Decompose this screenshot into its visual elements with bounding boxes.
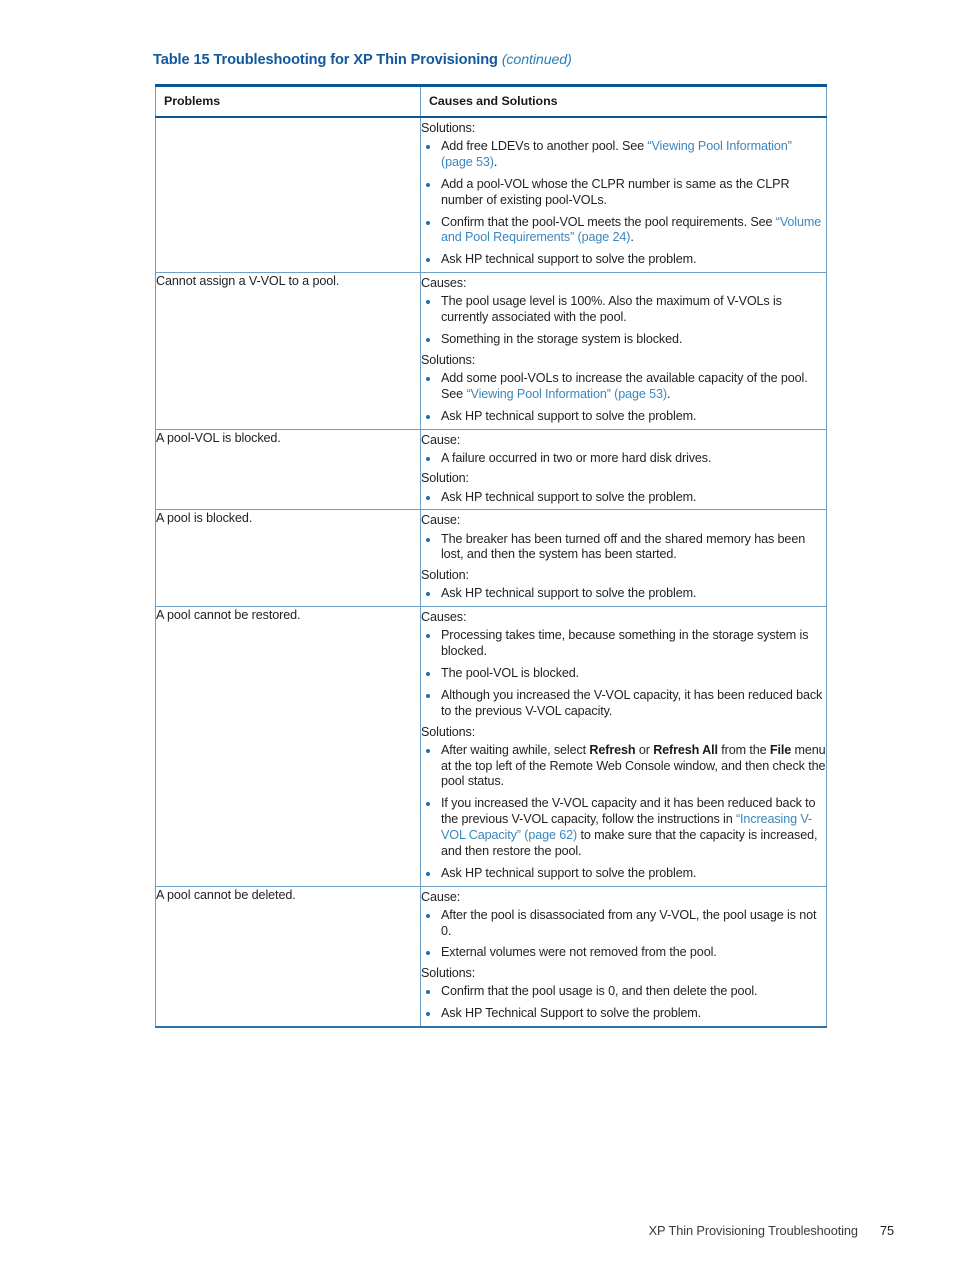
document-page: Table 15 Troubleshooting for XP Thin Pro… bbox=[0, 0, 954, 1271]
list-item: Ask HP technical support to solve the pr… bbox=[421, 866, 826, 882]
causes-solutions-cell: Causes: The pool usage level is 100%. Al… bbox=[420, 272, 827, 430]
table-row: Solutions: Add free LDEVs to another poo… bbox=[155, 116, 827, 274]
block-lead: Solution: bbox=[421, 568, 469, 583]
list-item: Processing takes time, because something… bbox=[421, 628, 826, 660]
list-item: Add a pool-VOL whose the CLPR number is … bbox=[421, 177, 826, 209]
causes-solutions-cell: Cause: After the pool is disassociated f… bbox=[420, 885, 827, 1029]
list-item: Ask HP technical support to solve the pr… bbox=[421, 586, 826, 602]
menu-term-refresh: Refresh bbox=[589, 742, 636, 757]
bullet-list: Add free LDEVs to another pool. See “Vie… bbox=[421, 139, 826, 268]
cross-reference-link[interactable]: “Viewing Pool Information” (page 53) bbox=[441, 139, 792, 169]
block-lead: Solution: bbox=[421, 471, 469, 486]
cross-reference-link[interactable]: “Increasing V-VOL Capacity” (page 62) bbox=[441, 812, 812, 842]
block-lead: Solutions: bbox=[421, 121, 476, 135]
bullet-list: Ask HP technical support to solve the pr… bbox=[421, 586, 826, 602]
menu-term-refresh-all: Refresh All bbox=[653, 742, 718, 757]
block-lead: Cause: bbox=[421, 513, 461, 528]
causes-solutions-cell: Solutions: Add free LDEVs to another poo… bbox=[420, 116, 827, 274]
problem-cell bbox=[155, 116, 421, 274]
causes-solutions-cell: Cause: The breaker has been turned off a… bbox=[420, 509, 827, 608]
table-header-row: Problems Causes and Solutions bbox=[155, 84, 827, 118]
problem-cell: A pool cannot be restored. bbox=[155, 606, 421, 887]
table-caption-continued: (continued) bbox=[501, 52, 572, 68]
cross-reference-link[interactable]: “Viewing Pool Information” (page 53) bbox=[466, 387, 667, 401]
list-item: Ask HP technical support to solve the pr… bbox=[421, 409, 826, 425]
bullet-list: After waiting awhile, select Refresh or … bbox=[421, 743, 826, 882]
block-lead: Causes: bbox=[421, 610, 467, 625]
list-item: Something in the storage system is block… bbox=[421, 332, 826, 348]
troubleshooting-table: Problems Causes and Solutions Solutions:… bbox=[155, 84, 827, 1029]
block-lead: Causes: bbox=[421, 276, 467, 291]
problem-cell: A pool-VOL is blocked. bbox=[155, 428, 421, 511]
column-header-problems: Problems bbox=[155, 84, 421, 118]
list-item: The pool usage level is 100%. Also the m… bbox=[421, 294, 826, 326]
bullet-list: Ask HP technical support to solve the pr… bbox=[421, 490, 826, 506]
list-item: Although you increased the V-VOL capacit… bbox=[421, 688, 826, 720]
list-item: Confirm that the pool-VOL meets the pool… bbox=[421, 215, 826, 247]
footer-section-title: XP Thin Provisioning Troubleshooting bbox=[648, 1223, 858, 1238]
table-row: A pool cannot be restored. Causes: Proce… bbox=[155, 606, 827, 887]
table-caption: Table 15 Troubleshooting for XP Thin Pro… bbox=[153, 52, 853, 68]
column-header-causes-solutions: Causes and Solutions bbox=[420, 84, 827, 118]
table-body: Solutions: Add free LDEVs to another poo… bbox=[155, 116, 827, 1029]
causes-solutions-cell: Causes: Processing takes time, because s… bbox=[420, 606, 827, 887]
list-item: A failure occurred in two or more hard d… bbox=[421, 451, 826, 467]
block-lead: Cause: bbox=[421, 889, 461, 904]
list-item: The breaker has been turned off and the … bbox=[421, 532, 826, 564]
list-item: External volumes were not removed from t… bbox=[421, 945, 826, 961]
list-item: After the pool is disassociated from any… bbox=[421, 908, 826, 940]
bullet-list: Processing takes time, because something… bbox=[421, 628, 826, 719]
bullet-list: Confirm that the pool usage is 0, and th… bbox=[421, 984, 826, 1022]
bullet-list: The breaker has been turned off and the … bbox=[421, 532, 826, 564]
table-row: A pool cannot be deleted. Cause: After t… bbox=[155, 885, 827, 1029]
problem-cell: Cannot assign a V-VOL to a pool. bbox=[155, 272, 421, 430]
list-item: After waiting awhile, select Refresh or … bbox=[421, 743, 826, 791]
footer-page-number: 75 bbox=[879, 1223, 894, 1238]
list-item: If you increased the V-VOL capacity and … bbox=[421, 796, 826, 859]
cross-reference-link[interactable]: “Volume and Pool Requirements” (page 24) bbox=[441, 215, 821, 245]
problem-cell: A pool is blocked. bbox=[155, 509, 421, 608]
block-lead: Solutions: bbox=[421, 352, 476, 367]
table-caption-main: Table 15 Troubleshooting for XP Thin Pro… bbox=[153, 52, 498, 68]
block-lead: Cause: bbox=[421, 432, 461, 447]
block-lead: Solutions: bbox=[421, 966, 476, 981]
bullet-list: A failure occurred in two or more hard d… bbox=[421, 451, 826, 467]
block-lead: Solutions: bbox=[421, 724, 476, 739]
table-row: A pool-VOL is blocked. Cause: A failure … bbox=[155, 428, 827, 511]
list-item: Ask HP technical support to solve the pr… bbox=[421, 490, 826, 506]
list-item: Add free LDEVs to another pool. See “Vie… bbox=[421, 139, 826, 171]
bullet-list: Add some pool-VOLs to increase the avail… bbox=[421, 371, 826, 425]
list-item: Add some pool-VOLs to increase the avail… bbox=[421, 371, 826, 403]
problem-cell: A pool cannot be deleted. bbox=[155, 885, 421, 1029]
table-row: Cannot assign a V-VOL to a pool. Causes:… bbox=[155, 272, 827, 430]
bullet-list: After the pool is disassociated from any… bbox=[421, 908, 826, 962]
page-footer: XP Thin Provisioning Troubleshooting 75 bbox=[0, 1223, 954, 1245]
list-item: Ask HP Technical Support to solve the pr… bbox=[421, 1006, 826, 1022]
list-item: Ask HP technical support to solve the pr… bbox=[421, 252, 826, 268]
causes-solutions-cell: Cause: A failure occurred in two or more… bbox=[420, 428, 827, 511]
list-item: Confirm that the pool usage is 0, and th… bbox=[421, 984, 826, 1000]
bullet-list: The pool usage level is 100%. Also the m… bbox=[421, 294, 826, 348]
list-item: The pool-VOL is blocked. bbox=[421, 666, 826, 682]
menu-term-file: File bbox=[769, 742, 792, 757]
table-row: A pool is blocked. Cause: The breaker ha… bbox=[155, 509, 827, 608]
